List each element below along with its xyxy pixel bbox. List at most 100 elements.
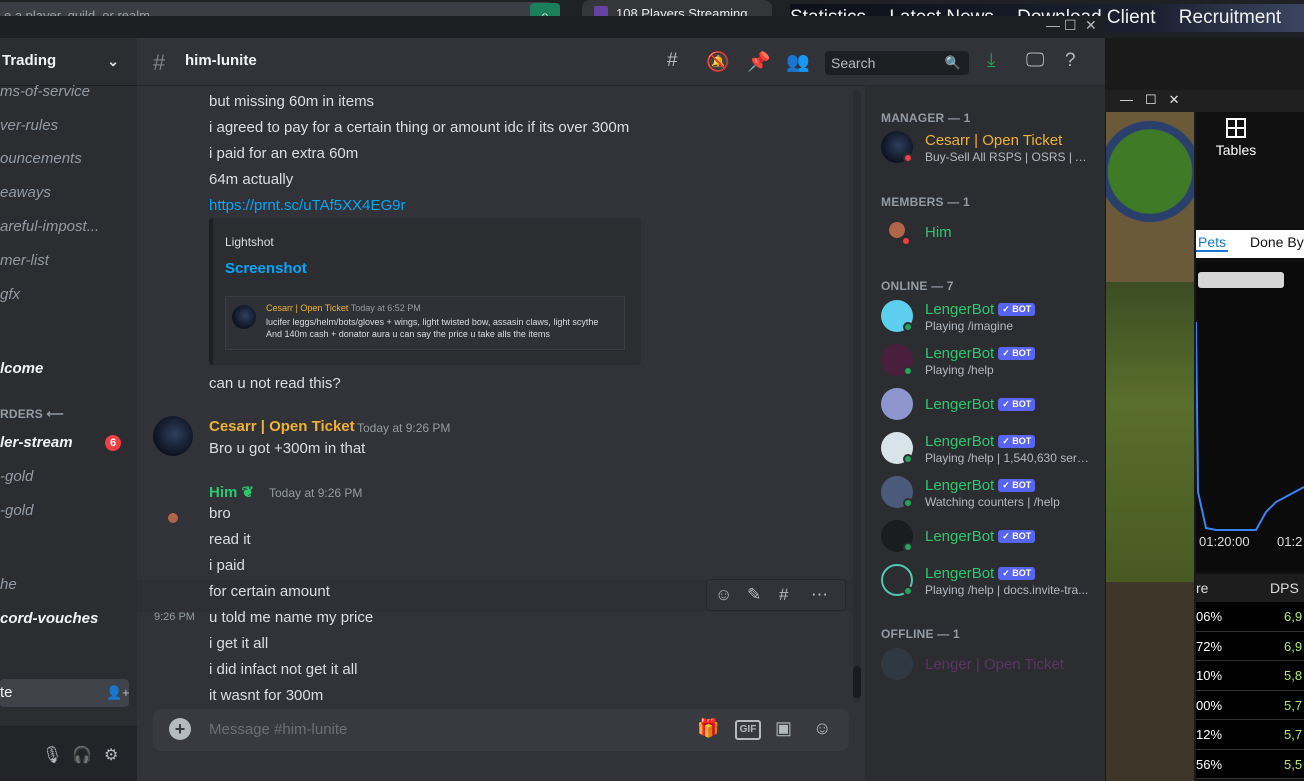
- avatar[interactable]: [889, 222, 905, 238]
- channel-item[interactable]: -gold: [0, 497, 137, 525]
- channel-label: cord-vouches: [0, 610, 99, 627]
- member-status-text: Playing /help | docs.invite-tra...: [925, 583, 1089, 597]
- avatar[interactable]: [161, 506, 185, 530]
- member-name[interactable]: Cesarr | Open Ticket: [925, 132, 1062, 149]
- online-status-icon: [903, 498, 913, 508]
- column-header: DPS: [1270, 580, 1299, 596]
- maximize-icon[interactable]: ☐: [1064, 17, 1077, 34]
- table-cell: 10%: [1196, 668, 1223, 683]
- chart-range-slider[interactable]: [1198, 272, 1284, 288]
- message-author[interactable]: Him ❦: [209, 483, 254, 501]
- message-text: i paid: [209, 557, 245, 574]
- member-name[interactable]: LengerBot ✓ BOT: [925, 477, 1036, 494]
- more-icon[interactable]: ⋯: [811, 585, 828, 605]
- gif-button[interactable]: GIF: [735, 720, 761, 740]
- channel-item[interactable]: lcome: [0, 355, 137, 383]
- add-member-icon[interactable]: 👤+: [106, 679, 129, 707]
- game-viewport[interactable]: [1106, 282, 1194, 582]
- member-name[interactable]: Lenger | Open Ticket: [925, 656, 1064, 673]
- download-icon[interactable]: ⤓: [987, 50, 995, 72]
- message-text: can u not read this?: [209, 375, 341, 392]
- minimize-icon[interactable]: —: [1120, 92, 1133, 107]
- channel-item[interactable]: -gold: [0, 463, 137, 491]
- member-list-icon[interactable]: 👥: [786, 50, 810, 74]
- attach-icon[interactable]: +: [169, 718, 191, 740]
- member-name[interactable]: LengerBot ✓ BOT: [925, 396, 1036, 413]
- member-name[interactable]: LengerBot ✓ BOT: [925, 528, 1036, 545]
- message-composer[interactable]: + Message #him-lunite 🎁 GIF ▣ ☺: [153, 709, 849, 751]
- maximize-icon[interactable]: ☐: [1145, 92, 1157, 107]
- tab-done-by[interactable]: Done By: [1250, 234, 1304, 250]
- channel-item[interactable]: he: [0, 571, 137, 599]
- pin-icon[interactable]: 📌: [747, 50, 771, 74]
- emoji-icon[interactable]: ☺: [813, 718, 831, 739]
- member-list: MANAGER — 1 Cesarr | Open Ticket Buy-Sel…: [865, 86, 1105, 781]
- avatar[interactable]: [153, 416, 193, 456]
- channel-item[interactable]: ouncements: [0, 145, 137, 173]
- channel-category[interactable]: RDERS ⟵: [0, 400, 137, 428]
- tab-pets[interactable]: Pets: [1196, 234, 1229, 252]
- channel-label: te: [0, 684, 13, 701]
- add-reaction-icon[interactable]: ☺: [715, 585, 732, 605]
- member-name[interactable]: LengerBot ✓ BOT: [925, 433, 1036, 450]
- channel-item[interactable]: cord-vouches: [0, 605, 137, 633]
- threads-icon[interactable]: #: [667, 50, 678, 72]
- member-name[interactable]: LengerBot ✓ BOT: [925, 345, 1036, 362]
- table-cell: 06%: [1196, 609, 1223, 624]
- channel-item[interactable]: ms-of-service: [0, 78, 137, 106]
- member-status-text: Buy-Sell All RSPS | OSRS | AL...: [925, 150, 1091, 164]
- sticker-icon[interactable]: ▣: [775, 718, 792, 739]
- channel-item[interactable]: areful-impost...: [0, 213, 137, 241]
- message-text: i did infact not get it all: [209, 661, 358, 678]
- channel-label: gfx: [0, 286, 21, 303]
- nav-recruitment[interactable]: Recruitment: [1179, 7, 1281, 28]
- inbox-icon[interactable]: 🖵: [1026, 50, 1044, 72]
- channel-item[interactable]: gfx: [0, 281, 137, 309]
- channel-label: ms-of-service: [0, 83, 91, 100]
- table-row: 12% 5,7: [1196, 720, 1304, 750]
- channel-item[interactable]: ver-rules: [0, 112, 137, 140]
- headphones-icon[interactable]: 🎧: [72, 745, 92, 765]
- online-status-icon: [903, 322, 913, 332]
- mute-notifications-icon[interactable]: 🔕: [706, 50, 730, 74]
- channel-item-selected[interactable]: te 👤+: [0, 679, 129, 707]
- edit-icon[interactable]: ✎: [747, 585, 761, 605]
- embed-image[interactable]: Cesarr | Open Ticket Today at 6:52 PM lu…: [225, 296, 625, 350]
- search-input[interactable]: Search 🔍: [825, 51, 969, 75]
- online-status-icon: [903, 366, 913, 376]
- gift-icon[interactable]: 🎁: [697, 718, 719, 739]
- dps-table: re DPS 06% 6,9 72% 6,9 10% 5,8 00% 5,7 12% 5,7…: [1196, 574, 1304, 779]
- table-icon: [1226, 118, 1246, 138]
- message-link[interactable]: https://prnt.sc/uTAf5XX4EG9r: [209, 197, 405, 214]
- minimize-icon[interactable]: —: [1046, 17, 1060, 33]
- create-thread-icon[interactable]: #: [779, 585, 788, 605]
- channel-sidebar: Trading ⌄ ms-of-service ver-rules ouncem…: [0, 38, 137, 781]
- member-name[interactable]: LengerBot ✓ BOT: [925, 301, 1036, 318]
- embed-image-time: Today at 6:52 PM: [350, 303, 421, 313]
- member-name[interactable]: LengerBot ✓ BOT: [925, 565, 1036, 582]
- game-inventory[interactable]: [1106, 582, 1194, 781]
- member-name[interactable]: Him: [925, 224, 952, 241]
- close-icon[interactable]: ✕: [1169, 92, 1180, 107]
- channel-item[interactable]: eaways: [0, 179, 137, 207]
- close-icon[interactable]: ✕: [1085, 17, 1097, 34]
- avatar[interactable]: [881, 648, 913, 680]
- gear-icon[interactable]: ⚙: [104, 745, 118, 765]
- avatar[interactable]: [881, 388, 913, 420]
- message-input[interactable]: Message #him-lunite: [209, 721, 347, 738]
- game-minimap[interactable]: [1106, 112, 1194, 282]
- microphone-icon[interactable]: 🎙: [42, 745, 62, 765]
- channel-label: ouncements: [0, 150, 82, 167]
- member-section-header: MANAGER — 1: [881, 111, 971, 125]
- channel-item[interactable]: ler-stream 6: [0, 429, 137, 457]
- help-icon[interactable]: ?: [1065, 50, 1076, 72]
- message-text: u told me name my price: [209, 609, 374, 626]
- embed-title[interactable]: Screenshot: [225, 260, 307, 277]
- dps-chart: [1195, 262, 1304, 572]
- scrollbar[interactable]: [853, 90, 861, 702]
- bot-tag: ✓ BOT: [998, 303, 1036, 316]
- tables-button[interactable]: Tables: [1208, 118, 1264, 158]
- message-author[interactable]: Cesarr | Open Ticket: [209, 418, 355, 435]
- channel-item[interactable]: mer-list: [0, 247, 137, 275]
- scrollbar-thumb[interactable]: [853, 666, 861, 698]
